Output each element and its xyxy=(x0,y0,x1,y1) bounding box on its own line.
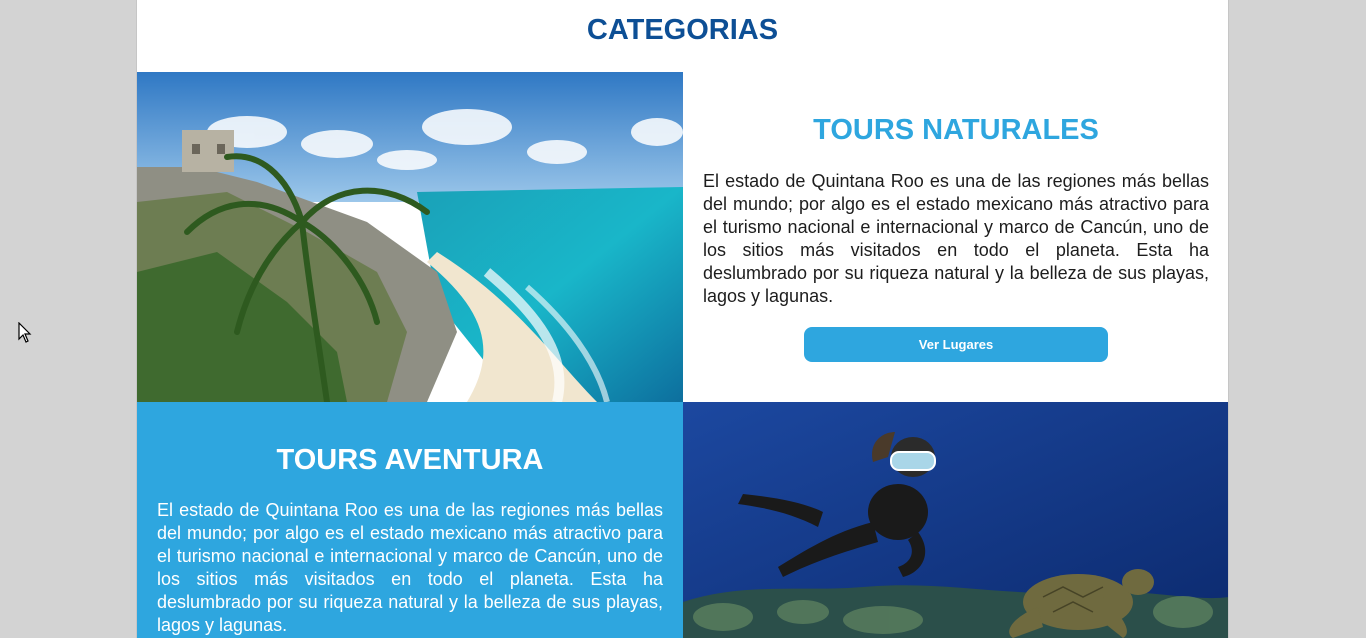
tours-aventura-image xyxy=(683,402,1228,638)
tours-aventura-title: TOURS AVENTURA xyxy=(276,444,544,476)
tours-naturales-description: El estado de Quintana Roo es una de las … xyxy=(703,171,1209,306)
tours-aventura-card: TOURS AVENTURA El estado de Quintana Roo… xyxy=(137,402,683,638)
tours-naturales-image xyxy=(137,72,683,402)
section-title: CATEGORIAS xyxy=(586,14,779,46)
tours-naturales-title: TOURS NATURALES xyxy=(813,114,1099,146)
tours-aventura-description: El estado de Quintana Roo es una de las … xyxy=(157,500,663,635)
mouse-pointer-icon xyxy=(18,322,32,344)
tours-naturales-card: TOURS NATURALES El estado de Quintana Ro… xyxy=(683,72,1228,402)
ver-lugares-button[interactable]: Ver Lugares xyxy=(804,327,1108,362)
categories-page: CATEGORIAS TOURS NATURALES El estado de … xyxy=(136,0,1229,638)
